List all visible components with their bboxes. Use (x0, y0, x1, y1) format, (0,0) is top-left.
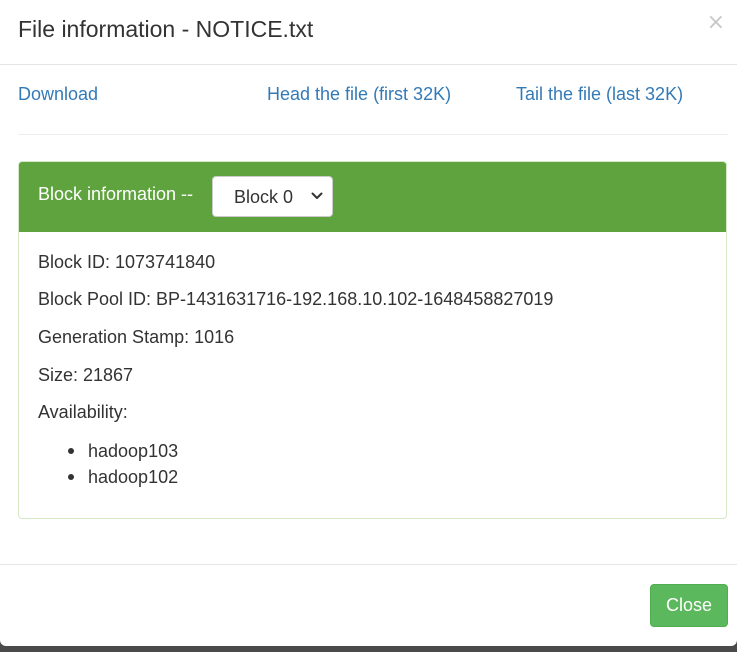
head-file-link[interactable]: Head the file (first 32K) (267, 84, 451, 105)
close-icon[interactable]: × (707, 12, 725, 34)
file-info-modal: File information - NOTICE.txt × Download… (0, 0, 737, 646)
block-select-value: Block 0 (234, 187, 294, 207)
block-size: Size: 21867 (38, 365, 134, 385)
generation-stamp: Generation Stamp: 1016 (38, 327, 235, 347)
host-name: hadoop103 (88, 441, 179, 461)
availability-label: Availability: (38, 402, 128, 422)
block-info-panel: Block information -- Block 0 Block ID: 1… (18, 161, 727, 519)
block-select[interactable]: Block 0 (212, 176, 333, 217)
block-id: Block ID: 1073741840 (38, 252, 216, 272)
host-name: hadoop102 (88, 467, 179, 487)
modal-header: File information - NOTICE.txt × (0, 0, 737, 65)
list-item: hadoop103 (38, 438, 178, 464)
chevron-down-icon (311, 192, 323, 199)
modal-title: File information - NOTICE.txt (18, 16, 314, 42)
block-pool-id: Block Pool ID: BP-1431631716-192.168.10.… (38, 289, 554, 309)
block-info-heading: Block information -- (38, 184, 194, 204)
tail-file-link[interactable]: Tail the file (last 32K) (516, 84, 683, 105)
divider (18, 134, 728, 135)
availability-list: hadoop103 hadoop102 (38, 438, 178, 490)
close-button[interactable]: Close (650, 584, 728, 627)
download-link[interactable]: Download (18, 84, 98, 105)
list-item: hadoop102 (38, 464, 178, 490)
file-actions: Download Head the file (first 32K) Tail … (0, 84, 737, 110)
panel-heading: Block information -- Block 0 (19, 162, 726, 232)
bullet (68, 474, 74, 480)
modal-footer: Close (0, 564, 737, 646)
bullet (68, 448, 74, 454)
